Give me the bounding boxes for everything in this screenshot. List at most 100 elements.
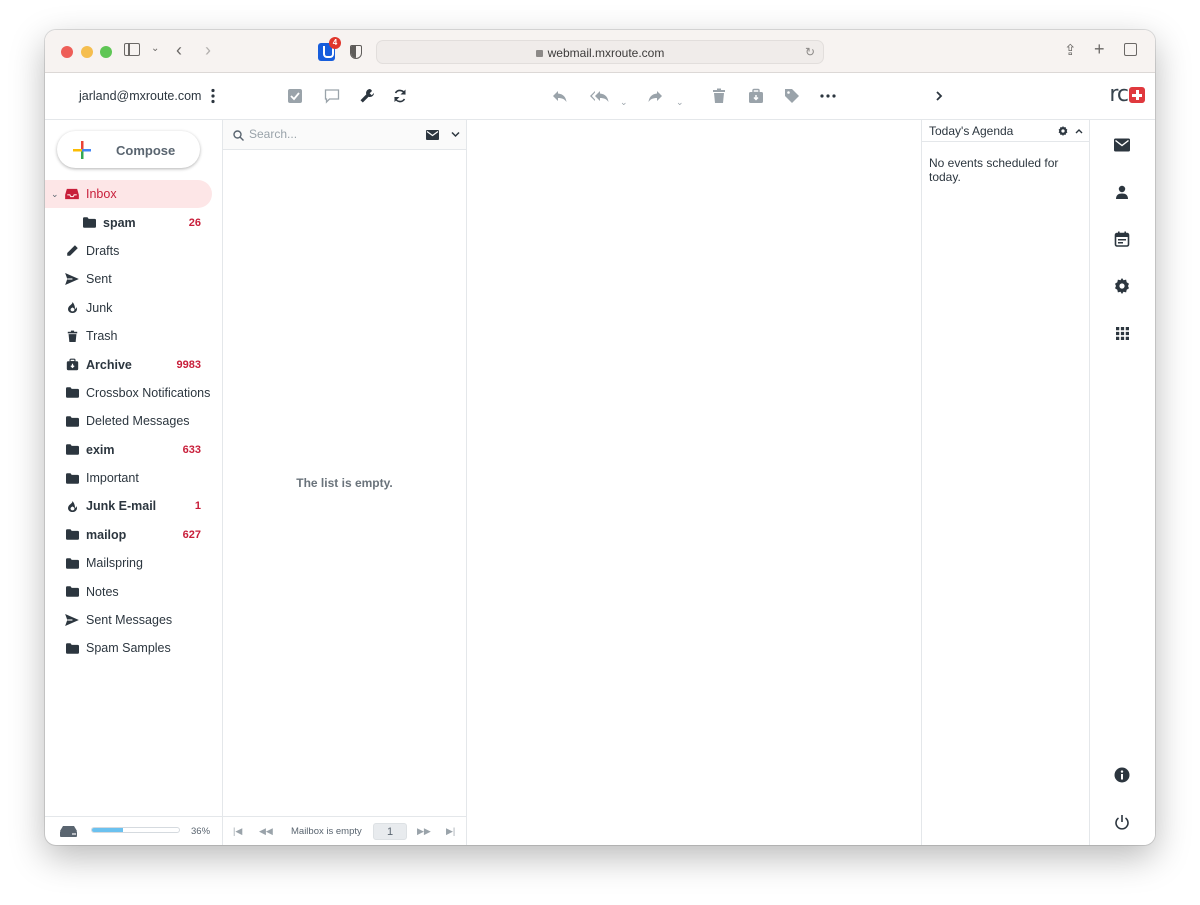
reply-button[interactable]	[552, 85, 568, 107]
refresh-icon	[394, 89, 406, 103]
account-menu-button[interactable]	[208, 85, 218, 107]
reply-all-icon	[590, 91, 609, 102]
collapse-chevron-up-icon[interactable]	[1075, 128, 1083, 134]
wrench-icon	[360, 89, 374, 103]
taskbar-mail[interactable]	[1113, 136, 1131, 154]
tab-overview-icon[interactable]	[1124, 43, 1137, 56]
folder-sent-messages[interactable]: Sent Messages	[45, 606, 222, 634]
folder-spam-samples[interactable]: Spam Samples	[45, 634, 222, 662]
address-bar[interactable]: webmail.mxroute.com ↻	[376, 40, 824, 64]
taskbar-dark-mode[interactable]	[1113, 719, 1131, 737]
folder-exim[interactable]: exim 633	[45, 436, 222, 464]
delete-button[interactable]	[712, 85, 726, 107]
settings-gear-icon	[1115, 278, 1129, 294]
trash-icon	[713, 88, 725, 103]
pencil-icon	[65, 244, 79, 258]
options-button[interactable]	[359, 85, 375, 107]
previous-page-icon[interactable]: ◀◀	[259, 826, 273, 837]
sidebar-toggle-icon[interactable]	[124, 43, 140, 56]
reply-icon	[553, 91, 567, 102]
page-number-input[interactable]	[373, 823, 407, 840]
message-list-panel: The list is empty. |◀ ◀◀ Mailbox is empt…	[223, 120, 467, 845]
forward-dropdown-icon[interactable]: ⌄	[676, 97, 684, 108]
close-window-button[interactable]	[61, 46, 73, 58]
folder-sent[interactable]: Sent	[45, 265, 222, 293]
forward-nav-icon[interactable]: ›	[205, 40, 211, 61]
mark-button[interactable]	[784, 85, 800, 107]
logo-plus-icon	[1129, 87, 1145, 103]
privacy-shield-icon[interactable]	[350, 45, 362, 59]
kebab-icon	[211, 88, 215, 104]
expand-chevron-icon[interactable]: ⌄	[51, 189, 59, 200]
folder-name: Sent	[86, 272, 112, 287]
archive-icon	[65, 358, 79, 372]
reply-all-dropdown-icon[interactable]: ⌄	[620, 97, 628, 108]
taskbar-settings[interactable]	[1113, 277, 1131, 295]
back-icon[interactable]: ‹	[176, 40, 182, 61]
taskbar-apps[interactable]	[1113, 324, 1131, 342]
folder-important[interactable]: Important	[45, 464, 222, 492]
taskbar-contacts[interactable]	[1113, 183, 1131, 201]
unread-count: 627	[182, 528, 201, 541]
reply-all-button[interactable]	[590, 85, 610, 107]
reload-icon[interactable]: ↻	[805, 45, 815, 59]
folder-name: Trash	[86, 329, 118, 344]
taskbar-logout[interactable]	[1113, 813, 1131, 831]
forward-button[interactable]	[647, 85, 663, 107]
calendar-icon	[1114, 231, 1130, 247]
refresh-button[interactable]	[392, 85, 408, 107]
folder-spam[interactable]: spam 26	[45, 208, 222, 236]
fire-icon	[65, 301, 79, 315]
search-options-chevron-icon[interactable]	[451, 131, 460, 138]
envelope-icon[interactable]	[426, 130, 439, 140]
folder-drafts[interactable]: Drafts	[45, 237, 222, 265]
next-page-icon[interactable]: ▶▶	[417, 826, 431, 837]
folder-junk[interactable]: Junk	[45, 294, 222, 322]
info-icon	[1114, 767, 1130, 783]
compose-label: Compose	[116, 143, 176, 158]
folder-name: mailop	[86, 527, 127, 542]
mailbox-status: Mailbox is empty	[291, 826, 362, 837]
unread-count: 9983	[176, 358, 201, 371]
apps-grid-icon	[1115, 326, 1129, 340]
share-icon[interactable]: ⇪	[1064, 41, 1077, 59]
folder-mailspring[interactable]: Mailspring	[45, 549, 222, 577]
checkbox-icon	[288, 89, 302, 103]
folder-junk-e-mail[interactable]: Junk E-mail 1	[45, 492, 222, 520]
folder-archive[interactable]: Archive 9983	[45, 350, 222, 378]
select-button[interactable]	[287, 85, 303, 107]
unread-count: 1	[194, 500, 201, 513]
taskbar-about[interactable]	[1113, 766, 1131, 784]
minimize-window-button[interactable]	[81, 46, 93, 58]
folder-icon	[65, 556, 79, 570]
search-icon	[233, 130, 244, 141]
folder-name: Crossbox Notifications	[86, 385, 211, 400]
folder-notes[interactable]: Notes	[45, 577, 222, 605]
folder-name: Inbox	[86, 187, 117, 202]
folder-trash[interactable]: Trash	[45, 322, 222, 350]
folder-inbox[interactable]: ⌄ Inbox	[45, 180, 212, 209]
folder-crossbox-notifications[interactable]: Crossbox Notifications	[45, 379, 222, 407]
threads-button[interactable]	[324, 85, 340, 107]
folder-deleted-messages[interactable]: Deleted Messages	[45, 407, 222, 435]
more-button[interactable]	[820, 85, 836, 107]
folder-icon	[65, 471, 79, 485]
archive-button[interactable]	[748, 85, 764, 107]
taskbar-calendar[interactable]	[1113, 230, 1131, 248]
chevron-down-icon[interactable]: ⌄	[151, 43, 159, 54]
expand-button[interactable]	[933, 85, 945, 107]
folder-mailop[interactable]: mailop 627	[45, 521, 222, 549]
agenda-settings-gear-icon[interactable]	[1058, 126, 1068, 136]
unread-count: 26	[188, 216, 201, 229]
storage-icon	[60, 826, 77, 837]
zoom-window-button[interactable]	[100, 46, 112, 58]
quota-progress-fill	[92, 828, 124, 832]
compose-button[interactable]: Compose	[57, 131, 200, 168]
folder-list: ⌄ Inbox spam 26 Drafts Sent Junk Trash Archive 99…	[45, 180, 222, 663]
last-page-icon[interactable]: ▶|	[446, 826, 455, 837]
first-page-icon[interactable]: |◀	[233, 826, 242, 837]
roundcube-logo[interactable]: rc	[1109, 84, 1145, 106]
search-input[interactable]	[249, 127, 409, 141]
send-icon	[65, 272, 79, 286]
new-tab-icon[interactable]: +	[1094, 39, 1105, 60]
